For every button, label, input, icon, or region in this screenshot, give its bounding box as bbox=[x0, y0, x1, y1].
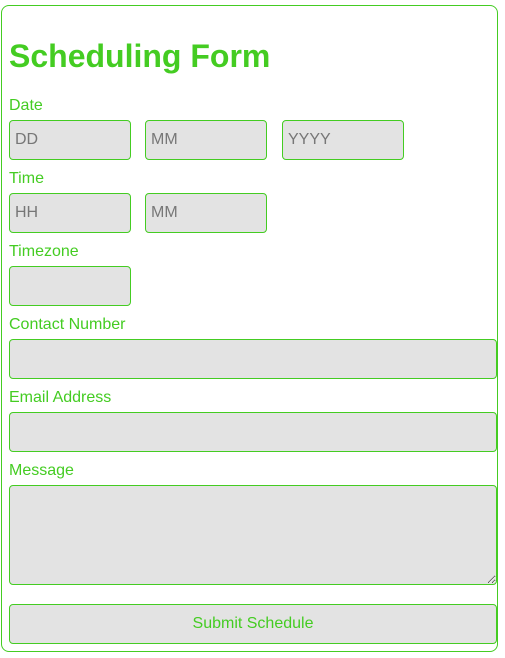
form-title: Scheduling Form bbox=[9, 38, 271, 74]
message-textarea[interactable] bbox=[9, 485, 497, 585]
contact-number-label: Contact Number bbox=[9, 316, 126, 333]
email-address-label: Email Address bbox=[9, 389, 112, 406]
submit-schedule-button[interactable]: Submit Schedule bbox=[9, 604, 497, 644]
email-address-input[interactable] bbox=[9, 412, 497, 452]
timezone-label: Timezone bbox=[9, 243, 79, 260]
date-month-input[interactable] bbox=[145, 120, 267, 160]
time-label: Time bbox=[9, 170, 44, 187]
time-hour-input[interactable] bbox=[9, 193, 131, 233]
date-year-input[interactable] bbox=[282, 120, 404, 160]
timezone-input[interactable] bbox=[9, 266, 131, 306]
time-minute-input[interactable] bbox=[145, 193, 267, 233]
message-label: Message bbox=[9, 462, 74, 479]
date-day-input[interactable] bbox=[9, 120, 131, 160]
scheduling-form: Scheduling Form Date Time Timezone Conta… bbox=[1, 5, 498, 652]
date-label: Date bbox=[9, 97, 43, 114]
contact-number-input[interactable] bbox=[9, 339, 497, 379]
